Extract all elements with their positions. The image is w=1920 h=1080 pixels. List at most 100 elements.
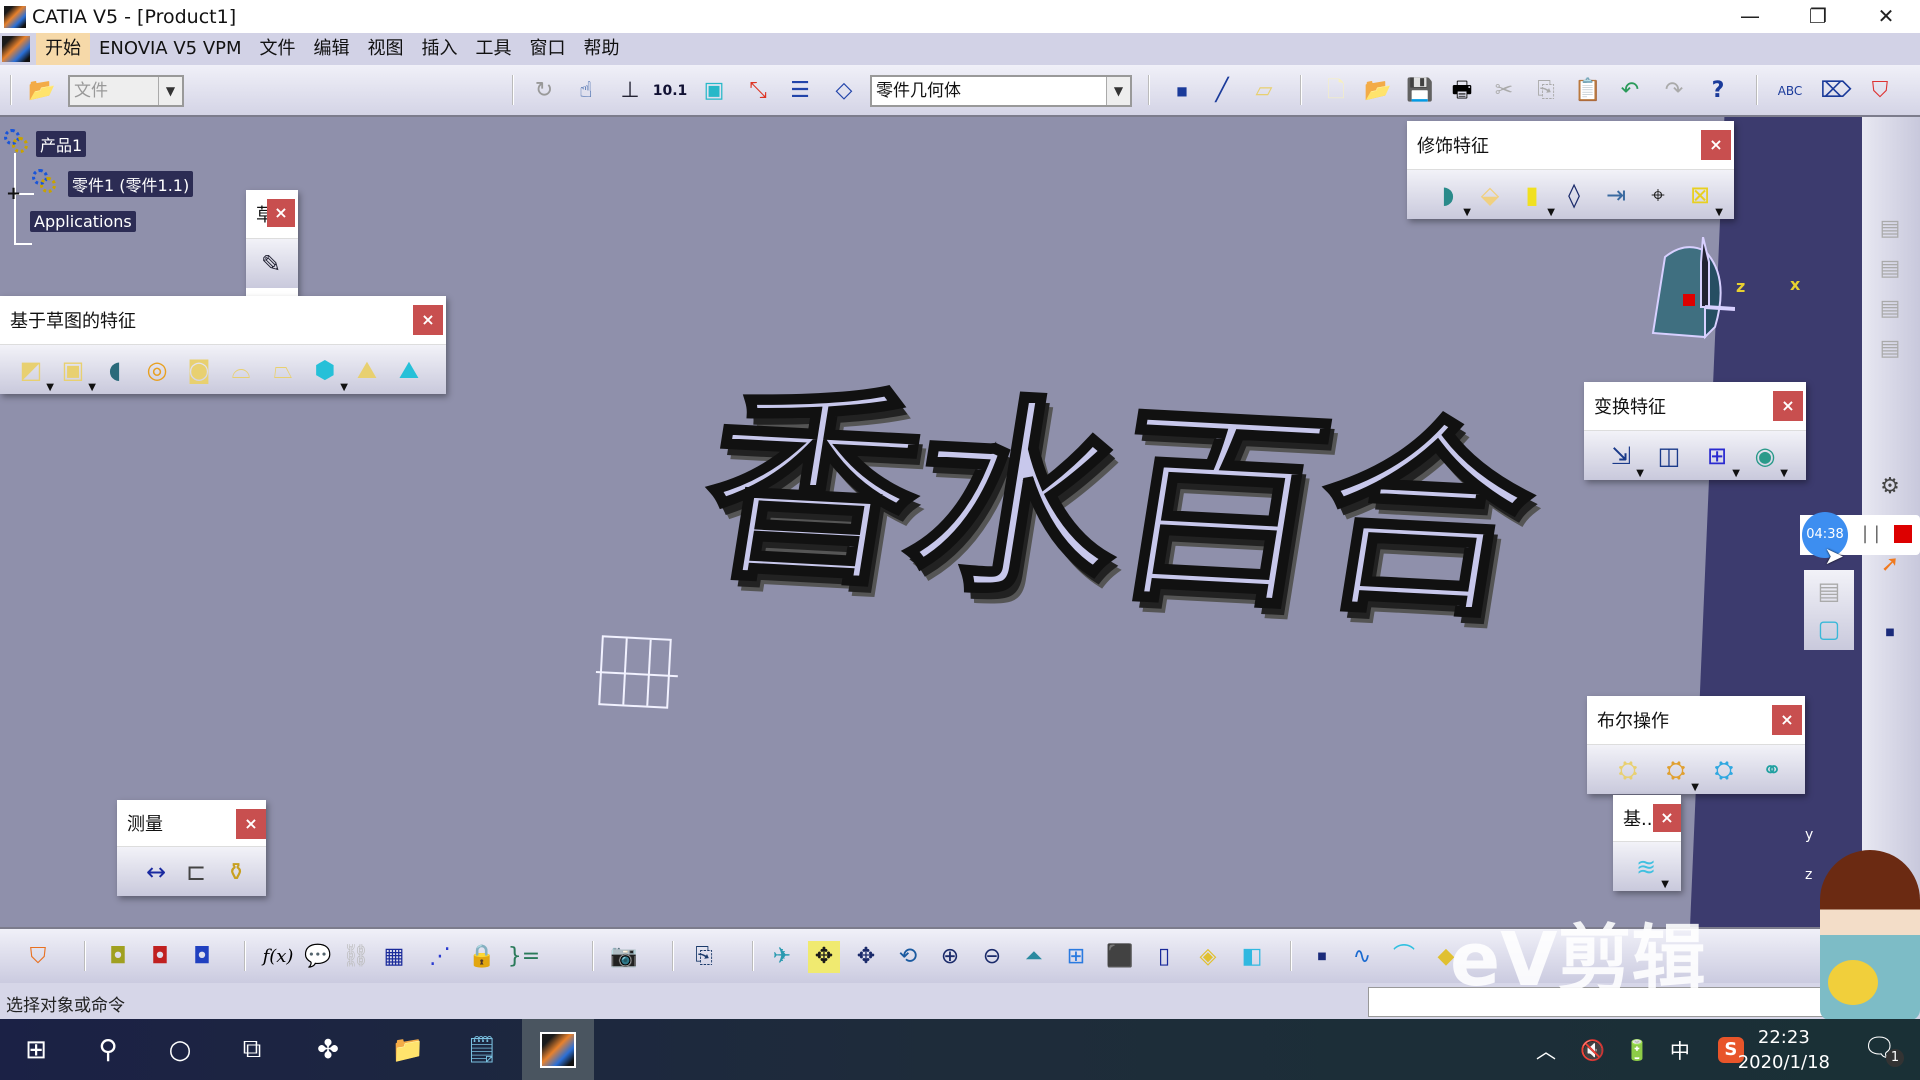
menu-window[interactable]: 窗口 [521,33,575,65]
menu-insert[interactable]: 插入 [413,33,467,65]
mirror-icon[interactable]: ◫ [1652,439,1686,473]
notepad-icon[interactable]: 🗒 [446,1019,518,1080]
open-icon[interactable]: 📂 [1362,75,1394,107]
comment-icon[interactable]: 💬 [302,941,334,973]
stiffener-icon[interactable]: ⬢ ▼ [308,353,348,393]
undo-icon[interactable]: ↶ [1614,75,1646,107]
fit-all-icon[interactable]: ✥ [808,941,840,973]
frame-icon[interactable]: ▢ [1812,612,1846,646]
file-explorer-icon[interactable]: 📁 [372,1019,444,1080]
constraint-icon[interactable]: ◘ [102,941,134,973]
scaling-icon[interactable]: ◉ ▼ [1748,439,1788,479]
product-structure-icon-4[interactable]: ▤ [1874,333,1906,365]
plane-icon[interactable]: ▱ [1248,75,1280,107]
tree-node-part[interactable]: 零件1 (零件1.1) [68,171,194,197]
hole-icon[interactable]: ◙ [182,353,216,387]
measure-item-icon[interactable]: ⊏ [179,855,213,889]
close-button[interactable]: ✕ [1852,0,1920,33]
iso-view-icon[interactable]: ⬛ [1104,941,1136,973]
chamfer-icon[interactable]: ⬙ [1473,178,1507,212]
product-structure-icon[interactable]: ▤ [1874,213,1906,245]
close-icon[interactable]: × [413,305,443,335]
axis-system-icon[interactable]: ⊥ [614,75,646,107]
equations-icon[interactable]: }= [508,941,540,973]
zoom-in-icon[interactable]: ⊕ [934,941,966,973]
save-icon[interactable]: 💾 [1404,75,1436,107]
update-icon[interactable]: ↻ [528,75,560,107]
multi-view-icon[interactable]: ⊞ [1060,941,1092,973]
chevron-down-icon[interactable]: ▼ [1106,77,1130,105]
gear-icon[interactable]: ⚙ [1874,471,1906,503]
menu-help[interactable]: 帮助 [575,33,629,65]
thread-icon[interactable]: ⌖ [1641,178,1675,212]
whats-this-icon[interactable]: ? [1702,75,1734,107]
menu-tools[interactable]: 工具 [467,33,521,65]
surface-icon[interactable]: ⌒ [1388,941,1420,973]
expand-icon[interactable]: + [6,183,21,204]
rib-icon[interactable]: ⌓ [224,353,258,387]
sketch-wireframe[interactable] [598,635,672,709]
list-icon[interactable]: ☰ [784,75,816,107]
hand-select-icon[interactable]: ☝ [570,75,602,107]
union-trim-icon[interactable]: ⚭ [1755,753,1789,787]
stop-icon[interactable] [1894,525,1912,543]
battery-icon[interactable]: 🔋 [1625,1038,1650,1062]
product-structure-icon-2[interactable]: ▤ [1874,253,1906,285]
restore-button[interactable]: ❐ [1784,0,1852,33]
catia-icon[interactable] [522,1019,594,1080]
catia-menu-icon[interactable] [2,36,30,62]
law-icon[interactable]: ⋰ [424,941,456,973]
open-folder-icon[interactable]: 📂 [26,75,58,107]
macro-icon[interactable]: ⎘ [688,941,720,973]
link-icon[interactable]: ⤡ [742,75,774,107]
menu-edit[interactable]: 编辑 [305,33,359,65]
body-icon[interactable]: ▣ [698,75,730,107]
close-icon[interactable]: × [236,809,266,839]
measure-inertia-icon[interactable]: ⚱ [219,855,253,889]
cortana-icon[interactable]: ○ [144,1019,216,1080]
print-icon[interactable]: 🖶 [1446,75,1478,107]
point-icon[interactable]: ■ [1166,75,1198,107]
shading-icon[interactable]: ▯ [1148,941,1180,973]
product-structure-icon-3[interactable]: ▤ [1874,293,1906,325]
ime-indicator[interactable]: 中 [1670,1035,1690,1064]
measure-value-icon[interactable]: 10.1 [653,75,688,107]
rotate-icon[interactable]: ⟲ [892,941,924,973]
menu-view[interactable]: 视图 [359,33,413,65]
pad-icon[interactable]: ◩ ▼ [14,353,54,393]
add-icon[interactable]: ⛭ ▼ [1659,753,1699,793]
dimension-icon[interactable]: ▤ [1812,574,1846,608]
draft-icon[interactable]: ▮ ▼ [1515,178,1555,218]
design-table-icon[interactable]: ▦ [378,941,410,973]
copy-icon[interactable]: ⎘ [1530,75,1562,107]
removed-multi-sections-icon[interactable]: ⛰ [392,353,426,387]
thickness-icon[interactable]: ⇥ [1599,178,1633,212]
remove-icon[interactable]: ⛭ [1707,753,1741,787]
swap-space-icon[interactable]: ◧ [1236,941,1268,973]
task-view-icon[interactable]: ⧉ [216,1019,288,1080]
edge-fillet-icon[interactable]: ◗ ▼ [1431,178,1471,218]
multi-sections-solid-icon[interactable]: ⛰ [350,353,384,387]
file-combo[interactable]: 文件 ▼ [68,75,184,107]
close-icon[interactable]: × [1653,804,1681,832]
shaft-icon[interactable]: ◖ [98,353,132,387]
chevron-down-icon[interactable]: ▼ [158,77,182,105]
split-icon[interactable]: ≋ ▼ [1629,850,1669,890]
rectangular-pattern-icon[interactable]: ⊞ ▼ [1700,439,1740,479]
close-icon[interactable]: × [1773,391,1803,421]
menu-enovia[interactable]: ENOVIA V5 VPM [90,33,251,65]
compass-icon[interactable] [1645,237,1735,342]
hide-show-icon[interactable]: ◈ [1192,941,1224,973]
constraint-update-icon[interactable]: ◘ [186,941,218,973]
redo-icon[interactable]: ↷ [1658,75,1690,107]
new-icon[interactable]: 🗋 [1320,75,1352,107]
groove-icon[interactable]: ◎ [140,353,174,387]
assemble-icon[interactable]: ⛭ [1611,753,1645,787]
lock-icon[interactable]: 🔒 [466,941,498,973]
paste-icon[interactable]: 📋 [1572,75,1604,107]
remove-face-icon[interactable]: ⊠ ▼ [1683,178,1723,218]
flag-note-icon[interactable]: ⌦ [1820,75,1852,107]
text-annotation-icon[interactable]: ABC [1774,75,1806,107]
menu-start[interactable]: 开始 [36,33,90,65]
pause-icon[interactable]: | | [1862,523,1880,544]
